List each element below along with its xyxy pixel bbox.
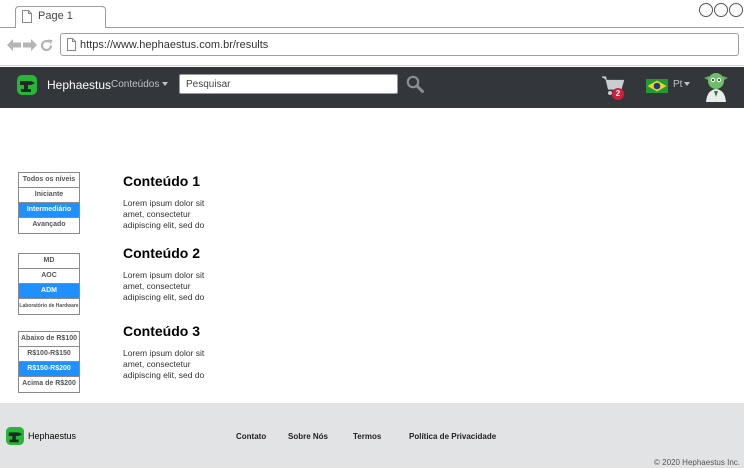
page-icon xyxy=(67,38,76,51)
close-button[interactable] xyxy=(729,3,743,17)
result-item: Conteúdo 3 Lorem ipsum dolor sit amet, c… xyxy=(123,322,233,381)
site-header: Hephaestus Conteúdos 2 Pt xyxy=(0,67,744,108)
result-item: Conteúdo 1 Lorem ipsum dolor sit amet, c… xyxy=(123,172,233,231)
page-icon xyxy=(22,10,32,23)
search-input[interactable] xyxy=(179,74,398,94)
caret-down-icon xyxy=(684,82,691,87)
filter-price-100-150[interactable]: R$100-R$150 xyxy=(19,347,79,362)
footer-brand[interactable]: Hephaestus xyxy=(28,431,76,441)
maximize-button[interactable] xyxy=(714,3,728,17)
footer-link-privacidade[interactable]: Política de Privacidade xyxy=(409,432,496,441)
avatar-icon[interactable] xyxy=(703,70,729,102)
conteudos-menu-label: Conteúdos xyxy=(111,79,160,90)
url-text: https://www.hephaestus.com.br/results xyxy=(80,39,269,51)
filter-area-adm[interactable]: ADM xyxy=(19,284,79,299)
brand-name[interactable]: Hephaestus xyxy=(47,78,111,92)
cart-count-badge: 2 xyxy=(612,88,624,100)
language-label: Pt xyxy=(673,79,683,90)
result-title[interactable]: Conteúdo 3 xyxy=(123,322,233,340)
filter-price-below-100[interactable]: Abaixo de R$100 xyxy=(19,332,79,347)
site-footer: Hephaestus Contato Sobre Nós Termos Polí… xyxy=(0,403,744,468)
window-controls xyxy=(699,3,743,17)
result-title[interactable]: Conteúdo 2 xyxy=(123,244,233,262)
result-item: Conteúdo 2 Lorem ipsum dolor sit amet, c… xyxy=(123,244,233,303)
minimize-button[interactable] xyxy=(699,3,713,17)
filter-level-all[interactable]: Todos os níveis xyxy=(19,173,79,188)
filter-area-aoc[interactable]: AOC xyxy=(19,269,79,284)
filter-area-hardware-lab[interactable]: Laboratório de Hardware xyxy=(19,299,79,314)
result-title[interactable]: Conteúdo 1 xyxy=(123,172,233,190)
forward-arrow-icon[interactable] xyxy=(23,38,37,52)
navigation-buttons xyxy=(7,38,53,52)
back-arrow-icon[interactable] xyxy=(7,38,21,52)
result-description: Lorem ipsum dolor sit amet, consectetur … xyxy=(123,270,205,302)
filter-level-intermediate[interactable]: Intermediário xyxy=(19,203,79,218)
browser-chrome: Page 1 https://www.hephaestus.com.br/res… xyxy=(0,0,744,66)
filter-level-advanced[interactable]: Avançado xyxy=(19,218,79,233)
footer-link-contato[interactable]: Contato xyxy=(236,432,266,441)
tab-title: Page 1 xyxy=(38,10,73,22)
area-filter: MD AOC ADM Laboratório de Hardware xyxy=(18,253,80,315)
price-filter: Abaixo de R$100 R$100-R$150 R$150-R$200 … xyxy=(18,331,80,393)
caret-down-icon xyxy=(162,82,169,87)
filter-price-above-200[interactable]: Acima de R$200 xyxy=(19,377,79,392)
result-description: Lorem ipsum dolor sit amet, consectetur … xyxy=(123,198,205,230)
search-icon[interactable] xyxy=(406,75,424,93)
brazil-flag-icon[interactable] xyxy=(646,79,668,93)
browser-tab[interactable]: Page 1 xyxy=(15,6,106,27)
logo-icon[interactable] xyxy=(17,75,37,95)
filter-price-150-200[interactable]: R$150-R$200 xyxy=(19,362,79,377)
copyright: © 2020 Hephaestus Inc. xyxy=(654,458,740,467)
logo-icon[interactable] xyxy=(6,427,24,445)
filter-area-md[interactable]: MD xyxy=(19,254,79,269)
filter-level-beginner[interactable]: Iniciante xyxy=(19,188,79,203)
tab-strip-line xyxy=(0,27,744,28)
result-description: Lorem ipsum dolor sit amet, consectetur … xyxy=(123,348,205,380)
level-filter: Todos os níveis Iniciante Intermediário … xyxy=(18,172,80,234)
footer-link-sobre-nos[interactable]: Sobre Nós xyxy=(288,432,328,441)
footer-link-termos[interactable]: Termos xyxy=(353,432,381,441)
reload-icon[interactable] xyxy=(39,38,53,52)
address-bar[interactable]: https://www.hephaestus.com.br/results xyxy=(60,33,739,56)
conteudos-menu[interactable]: Conteúdos xyxy=(111,79,169,90)
language-selector[interactable]: Pt xyxy=(673,79,691,90)
